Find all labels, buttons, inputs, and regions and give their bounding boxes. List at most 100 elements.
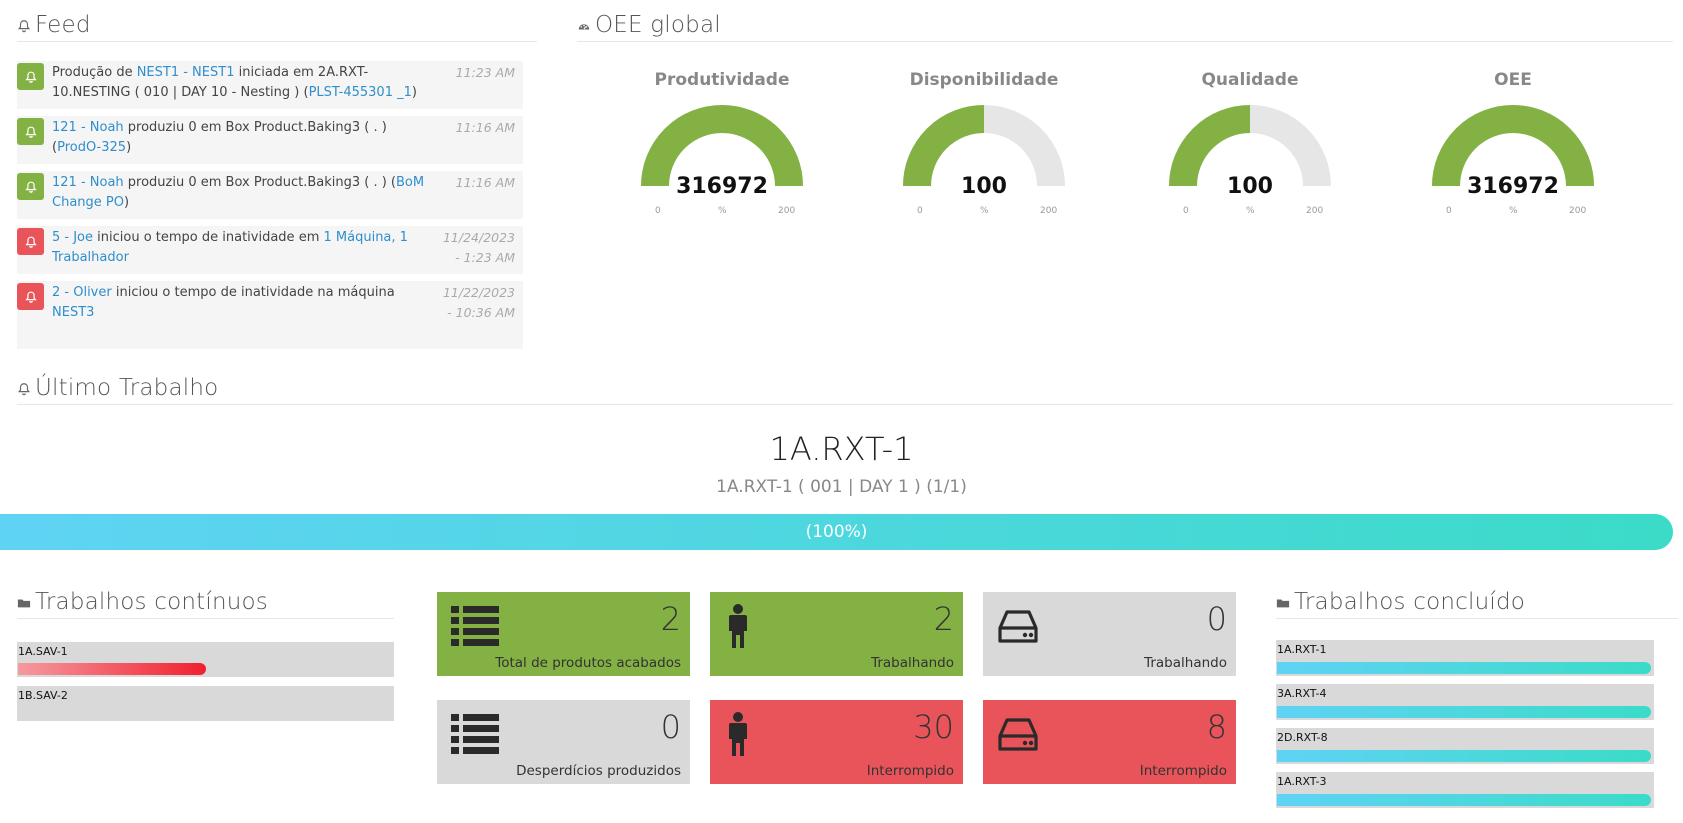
feed-message: 121 - Noah produziu 0 em Box Product.Bak…	[52, 118, 432, 158]
completed-job-item[interactable]: 1A.RXT-3	[1276, 772, 1654, 808]
feed-link[interactable]: NEST1 - NEST1	[137, 65, 235, 80]
gauge-value: 316972	[676, 174, 768, 199]
gauge-value: 100	[961, 174, 1007, 199]
completed-job-item[interactable]: 2D.RXT-8	[1276, 728, 1654, 764]
feed-timestamp: 11:16 AM	[455, 120, 515, 135]
feed-link[interactable]: 5 - Joe	[52, 230, 93, 245]
feed-link[interactable]: PLST-455301 _1	[309, 85, 412, 100]
gauge-min: 0	[1183, 206, 1189, 216]
gauge-title: Disponibilidade	[909, 70, 1059, 90]
feed-timestamp: 11/24/2023 - 1:23 AM	[442, 230, 515, 265]
continuous-header: Trabalhos contínuos	[17, 585, 394, 619]
stat-tile-label: Interrompido	[866, 763, 954, 779]
gauge-produtividade: Produtividade 316972 0% 200	[622, 70, 822, 216]
feed-text-post: )	[126, 140, 132, 155]
feed-text-post: )	[123, 195, 130, 210]
person-icon	[724, 712, 772, 756]
feed-timestamp: 11:23 AM	[455, 65, 515, 80]
completed-header: Trabalhos concluído	[1276, 585, 1678, 619]
stat-tile-label: Total de produtos acabados	[495, 655, 681, 671]
stat-tile[interactable]: 30 Interrompido	[710, 700, 963, 784]
feed-message: 2 - Oliver iniciou o tempo de inatividad…	[52, 283, 432, 323]
stat-tile-value: 2	[933, 600, 954, 638]
feed-item: Produção de NEST1 - NEST1 iniciada em 2A…	[17, 61, 523, 109]
stat-tile[interactable]: 2 Trabalhando	[710, 592, 963, 676]
feed-bell-icon	[17, 63, 44, 90]
oee-title: OEE global	[595, 11, 721, 38]
stat-tile-value: 0	[660, 708, 681, 746]
completed-job-item[interactable]: 1A.RXT-1	[1276, 640, 1654, 676]
stat-tile-value: 8	[1206, 708, 1227, 746]
gauge-max: 200	[1040, 206, 1058, 216]
stat-tile[interactable]: 0 Trabalhando	[983, 592, 1236, 676]
feed-item: 121 - Noah produziu 0 em Box Product.Bak…	[17, 116, 523, 164]
completed-job-progress	[1277, 662, 1651, 674]
continuous-title: Trabalhos contínuos	[35, 588, 268, 615]
feed-title: Feed	[35, 11, 91, 38]
feed-bell-icon	[17, 173, 44, 200]
completed-job-label: 2D.RXT-8	[1277, 731, 1328, 744]
gauge-title: Qualidade	[1201, 70, 1299, 90]
gauge-min: 0	[1446, 206, 1452, 216]
feed-text-mid: produziu 0 em Box Product.Baking3 ( . ) …	[123, 175, 397, 190]
stat-tile[interactable]: 0 Desperdícios produzidos	[437, 700, 690, 784]
bell-icon	[17, 381, 31, 395]
completed-job-item[interactable]: 3A.RXT-4	[1276, 684, 1654, 720]
last-job-header: Último Trabalho	[17, 371, 1673, 405]
oee-header: OEE global	[577, 8, 1673, 42]
feed-bell-icon	[17, 118, 44, 145]
gauge-oee: OEE 316972 0% 200	[1413, 70, 1613, 216]
feed-message: 5 - Joe iniciou o tempo de inatividade e…	[52, 228, 432, 268]
hdd-icon	[997, 604, 1045, 648]
feed-link[interactable]: 2 - Oliver	[52, 285, 112, 300]
dashboard-icon	[577, 18, 591, 32]
gauge-min: 0	[917, 206, 923, 216]
gauge-min: 0	[655, 206, 661, 216]
gauge-value: 316972	[1467, 174, 1559, 199]
continuous-job-label: 1A.SAV-1	[18, 645, 68, 658]
stat-tile-label: Trabalhando	[871, 655, 954, 671]
completed-job-label: 1A.RXT-3	[1277, 775, 1327, 788]
continuous-job-item[interactable]: 1A.SAV-1	[17, 642, 394, 677]
continuous-job-item[interactable]: 1B.SAV-2	[17, 686, 394, 721]
feed-link[interactable]: NEST3	[52, 305, 94, 320]
stat-tile-label: Interrompido	[1139, 763, 1227, 779]
feed-text-pre: Produção de	[52, 65, 137, 80]
feed-text-mid: iniciou o tempo de inatividade na máquin…	[111, 285, 395, 300]
stat-tile-value: 0	[1206, 600, 1227, 638]
feed-text-post: )	[411, 85, 417, 100]
folder-icon	[17, 595, 31, 609]
feed-item: 121 - Noah produziu 0 em Box Product.Bak…	[17, 171, 523, 219]
gauge-max: 200	[1306, 206, 1324, 216]
gauge-unit: %	[718, 206, 727, 216]
stat-tile-value: 30	[913, 708, 954, 746]
feed-text-mid: iniciou o tempo de inatividade em	[93, 230, 324, 245]
gauge-scale: 0% 200	[1413, 206, 1613, 218]
feed-link[interactable]: 121 - Noah	[52, 120, 124, 135]
list-icon	[451, 604, 499, 648]
feed-item: 5 - Joe iniciou o tempo de inatividade e…	[17, 226, 523, 274]
gauge-unit: %	[1246, 206, 1255, 216]
completed-job-progress	[1277, 706, 1651, 718]
last-job-name: 1A.RXT-1	[769, 430, 914, 468]
last-job-progress-bar: (100%)	[0, 514, 1673, 550]
feed-bell-icon	[17, 283, 44, 310]
list-icon	[451, 712, 499, 756]
feed-link[interactable]: 121 - Noah	[52, 175, 124, 190]
feed-header: Feed	[17, 8, 537, 42]
stat-tile[interactable]: 2 Total de produtos acabados	[437, 592, 690, 676]
stat-tile-label: Trabalhando	[1144, 655, 1227, 671]
stat-tile[interactable]: 8 Interrompido	[983, 700, 1236, 784]
feed-link[interactable]: ProdO-325	[57, 140, 126, 155]
gauge-scale: 0% 200	[622, 206, 822, 218]
feed-item: 2 - Oliver iniciou o tempo de inatividad…	[17, 281, 523, 349]
last-job-progress-label: (100%)	[805, 522, 868, 542]
gauge-unit: %	[1509, 206, 1518, 216]
completed-job-label: 1A.RXT-1	[1277, 643, 1327, 656]
completed-title: Trabalhos concluído	[1294, 588, 1526, 615]
continuous-job-progress	[18, 663, 206, 675]
gauge-disponibilidade: Disponibilidade 100 0% 200	[884, 70, 1084, 216]
gauge-title: OEE	[1494, 70, 1532, 90]
bell-icon	[17, 18, 31, 32]
last-job-detail: 1A.RXT-1 ( 001 | DAY 1 ) (1/1)	[716, 477, 967, 497]
